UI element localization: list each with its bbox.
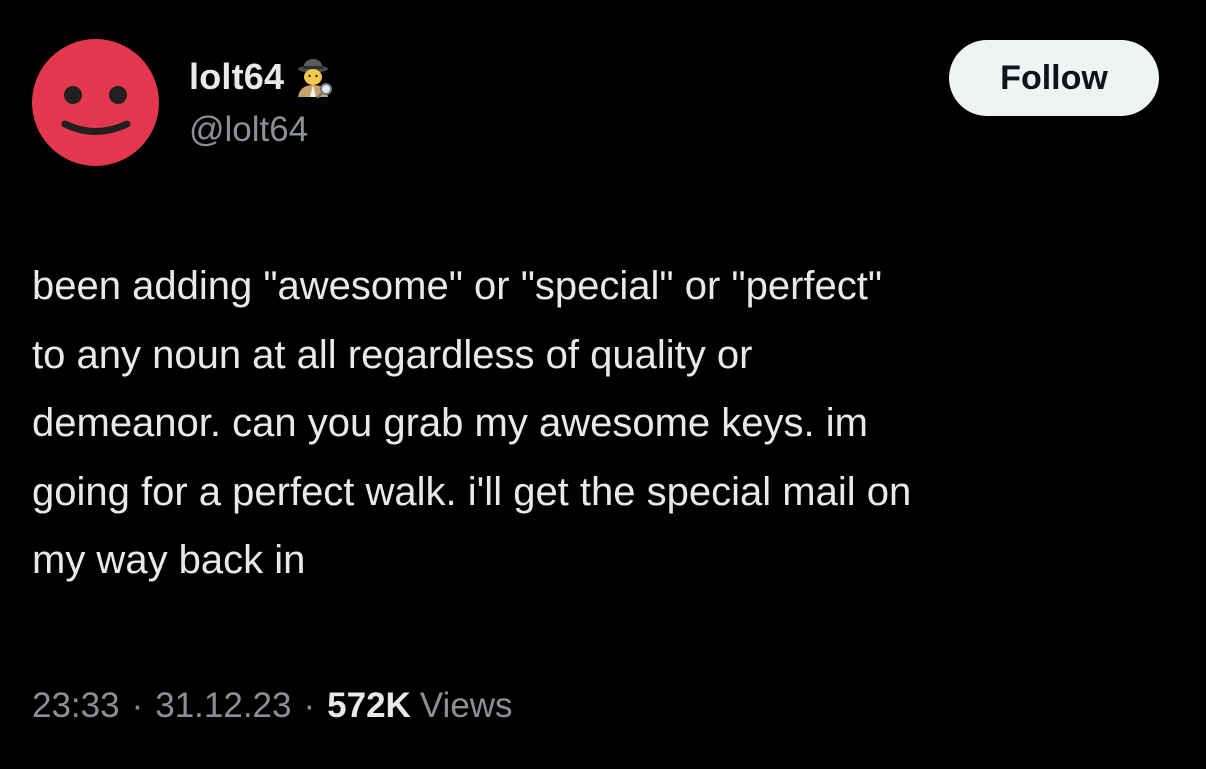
tweet-text-line: demeanor. can you grab my awesome keys. … <box>32 401 868 445</box>
tweet-text: been adding "awesome" or "special" or "p… <box>32 252 1182 595</box>
tweet-text-line: my way back in <box>32 538 306 582</box>
tweet-text-line: to any noun at all regardless of quality… <box>32 332 753 377</box>
tweet-text-line: going for a perfect walk. i'll get the s… <box>32 469 912 514</box>
meta-separator: · <box>303 686 316 725</box>
avatar[interactable] <box>32 39 159 166</box>
author-name-row: lolt64 <box>189 55 336 99</box>
tweet-time[interactable]: 23:33 <box>32 686 120 726</box>
meta-separator: · <box>131 686 144 725</box>
detective-emoji-icon <box>292 55 336 99</box>
tweet-date[interactable]: 31.12.23 <box>155 686 291 726</box>
tweet-text-line: been adding "awesome" or "special" or "p… <box>32 264 883 308</box>
smiley-face-icon <box>61 86 131 135</box>
tweet-card: lolt64 @lolt64 Follow been adding "aweso… <box>0 0 1206 769</box>
views-count[interactable]: 572K <box>327 686 411 726</box>
tweet-meta: 23:33 · 31.12.23 · 572K Views <box>32 686 513 726</box>
author-handle[interactable]: @lolt64 <box>189 110 308 150</box>
follow-button[interactable]: Follow <box>949 40 1159 116</box>
display-name[interactable]: lolt64 <box>189 56 284 98</box>
views-label: Views <box>419 686 513 725</box>
